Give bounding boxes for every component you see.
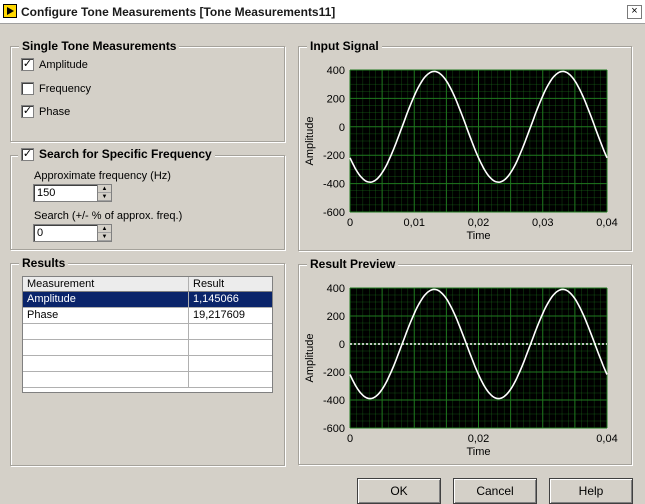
y-tick-label: 400: [327, 283, 345, 295]
y-tick-label: 0: [339, 122, 345, 134]
frequency-checkbox[interactable]: [21, 82, 34, 95]
search-range-label: Search (+/- % of approx. freq.): [34, 210, 183, 222]
phase-label: Phase: [39, 105, 71, 118]
y-tick-label: -400: [323, 179, 345, 191]
table-row[interactable]: [23, 324, 272, 340]
phase-checkbox-row[interactable]: ✓ Phase: [21, 105, 70, 118]
help-button[interactable]: Help: [549, 478, 633, 504]
table-row[interactable]: Amplitude 1,145066: [23, 292, 272, 308]
window-title: Configure Tone Measurements [Tone Measur…: [21, 5, 336, 19]
x-tick-label: 0,04: [596, 433, 617, 445]
y-tick-label: -600: [323, 207, 345, 219]
app-icon: [3, 4, 17, 18]
single-tone-title: Single Tone Measurements: [19, 39, 180, 53]
search-frequency-checkbox[interactable]: ✓: [21, 147, 34, 161]
frequency-checkbox-row[interactable]: Frequency: [21, 82, 91, 95]
input-signal-title: Input Signal: [307, 39, 382, 53]
amplitude-checkbox-row[interactable]: ✓ Amplitude: [21, 58, 88, 71]
approx-frequency-label: Approximate frequency (Hz): [34, 170, 171, 182]
result-preview-title: Result Preview: [307, 257, 399, 271]
search-range-value: 0: [37, 227, 44, 239]
frequency-label: Frequency: [39, 82, 91, 95]
result-preview-chart: 4002000-200-400-6000 0,02 0,04TimeAmplitud…: [304, 283, 618, 458]
search-range-stepper[interactable]: ▲ ▼: [97, 225, 111, 241]
search-range-input[interactable]: 0 ▲ ▼: [33, 224, 112, 242]
approx-frequency-input[interactable]: 150 ▲ ▼: [33, 184, 112, 202]
y-tick-label: -600: [323, 423, 345, 435]
table-row[interactable]: Phase 19,217609: [23, 308, 272, 324]
results-table-header: Measurement Result: [23, 277, 272, 292]
measurement-cell: Amplitude: [23, 292, 189, 307]
stepper-down-icon[interactable]: ▼: [98, 233, 111, 241]
result-cell: 1,145066: [193, 293, 239, 305]
y-tick-label: 200: [327, 93, 345, 105]
approx-frequency-value: 150: [37, 187, 56, 199]
y-tick-label: -200: [323, 150, 345, 162]
amplitude-label: Amplitude: [39, 58, 88, 71]
search-frequency-title: Search for Specific Frequency: [39, 147, 212, 161]
close-button[interactable]: ×: [627, 5, 642, 19]
approx-frequency-stepper[interactable]: ▲ ▼: [97, 185, 111, 201]
table-row[interactable]: [23, 340, 272, 356]
cancel-button[interactable]: Cancel: [453, 478, 537, 504]
results-table[interactable]: Measurement Result Amplitude 1,145066 Ph…: [22, 276, 273, 393]
search-frequency-checkbox-row[interactable]: ✓ Search for Specific Frequency: [18, 147, 215, 161]
column-header-result[interactable]: Result: [189, 277, 272, 291]
table-row[interactable]: [23, 356, 272, 372]
x-tick-label: 0: [347, 217, 353, 229]
y-tick-label: -400: [323, 395, 345, 407]
x-tick-label: 0,02: [468, 433, 489, 445]
input-signal-chart: 4002000-200-400-6000 0,01 0,02 0,03 0,04Time…: [304, 65, 618, 242]
x-axis-label: Time: [466, 446, 490, 458]
ok-button[interactable]: OK: [357, 478, 441, 504]
y-tick-label: -200: [323, 367, 345, 379]
y-axis-label: Amplitude: [304, 334, 316, 383]
result-cell: 19,217609: [193, 309, 245, 321]
phase-checkbox[interactable]: ✓: [21, 105, 34, 118]
y-tick-label: 400: [327, 65, 345, 77]
results-title: Results: [19, 256, 69, 270]
measurement-cell: Phase: [23, 308, 189, 323]
y-tick-label: 200: [327, 311, 345, 323]
x-tick-label: 0,01: [404, 217, 425, 229]
y-axis-label: Amplitude: [304, 117, 316, 166]
y-tick-label: 0: [339, 339, 345, 351]
stepper-down-icon[interactable]: ▼: [98, 193, 111, 201]
stepper-up-icon[interactable]: ▲: [98, 185, 111, 193]
x-tick-label: 0,03: [532, 217, 553, 229]
stepper-up-icon[interactable]: ▲: [98, 225, 111, 233]
x-tick-label: 0,04: [596, 217, 617, 229]
title-bar: Configure Tone Measurements [Tone Measur…: [0, 0, 645, 24]
x-axis-label: Time: [466, 230, 490, 242]
x-tick-label: 0: [347, 433, 353, 445]
table-row[interactable]: [23, 372, 272, 388]
x-tick-label: 0,02: [468, 217, 489, 229]
column-header-measurement[interactable]: Measurement: [23, 277, 189, 291]
amplitude-checkbox[interactable]: ✓: [21, 58, 34, 71]
